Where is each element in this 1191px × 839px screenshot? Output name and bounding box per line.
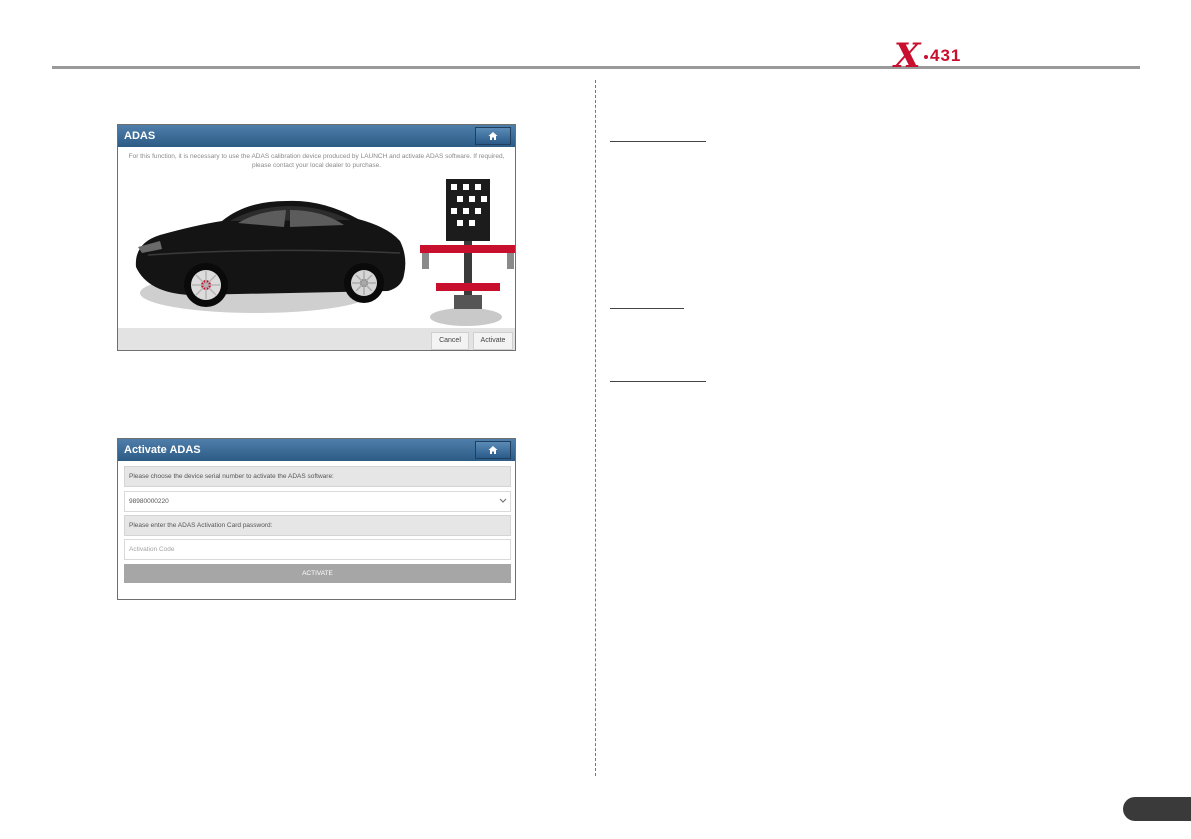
- activate-title: Activate ADAS: [124, 444, 201, 456]
- section-underline: [610, 141, 706, 142]
- adas-titlebar: ADAS: [118, 125, 515, 147]
- section-underline: [610, 381, 706, 382]
- activate-button[interactable]: Activate: [473, 332, 513, 350]
- chevron-down-icon: [499, 498, 507, 503]
- column-divider: [595, 80, 596, 776]
- home-button[interactable]: [475, 441, 511, 459]
- activate-adas-screen: Activate ADAS Please choose the device s…: [117, 438, 516, 600]
- adas-footer: Cancel Activate: [118, 328, 515, 350]
- car-and-calibration-frame-illustration: [135, 179, 515, 326]
- home-icon: [488, 446, 498, 454]
- activate-adas-button[interactable]: ACTIVATE: [124, 564, 511, 583]
- serial-number-select[interactable]: 98980000220: [124, 491, 511, 512]
- section-underline: [610, 308, 684, 309]
- brand-logo: X 431: [894, 36, 984, 78]
- logo-number: 431: [930, 46, 962, 65]
- logo-mark: X: [894, 36, 921, 76]
- adas-title: ADAS: [124, 130, 156, 142]
- home-icon: [488, 132, 498, 140]
- password-prompt: Please enter the ADAS Activation Card pa…: [124, 515, 511, 536]
- adas-screen: ADAS For this function, it is necessary …: [117, 124, 516, 351]
- serial-number-value: 98980000220: [129, 498, 169, 505]
- activate-titlebar: Activate ADAS: [118, 439, 515, 461]
- home-button[interactable]: [475, 127, 511, 145]
- cancel-button[interactable]: Cancel: [431, 332, 469, 350]
- serial-prompt: Please choose the device serial number t…: [124, 466, 511, 487]
- page-number-tab: [1123, 797, 1191, 821]
- activation-code-input[interactable]: Activation Code: [124, 539, 511, 560]
